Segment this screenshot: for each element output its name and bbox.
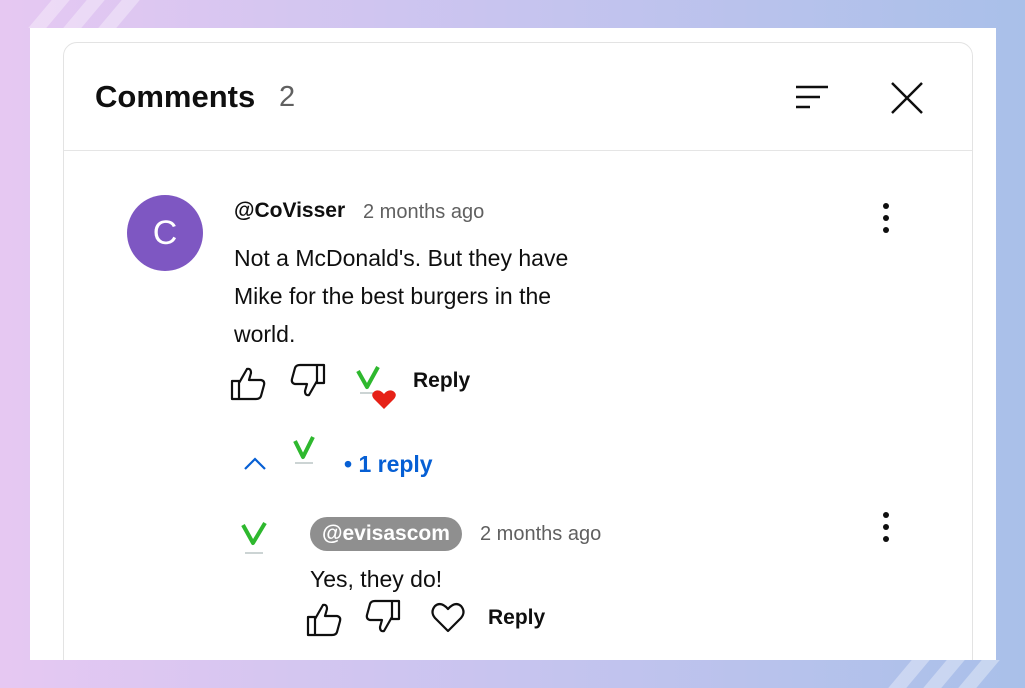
reply-like-button[interactable] — [304, 599, 344, 639]
channel-logo-icon — [293, 436, 315, 464]
chevron-up-icon — [244, 457, 266, 470]
thumbs-up-icon — [230, 367, 266, 401]
comment-author[interactable]: @CoVisser — [234, 199, 345, 223]
reply-heart-button[interactable] — [428, 597, 468, 637]
comments-header: Comments 2 — [64, 43, 972, 151]
comments-title: Comments — [95, 79, 256, 114]
comment-text: Not a McDonald's. But they have Mike for… — [234, 245, 569, 347]
reply-timestamp[interactable]: 2 months ago — [480, 523, 601, 546]
dot-icon — [883, 512, 889, 518]
decor-stripe — [958, 660, 1000, 688]
creator-heart-badge — [354, 365, 398, 409]
sort-button[interactable] — [792, 81, 832, 113]
reply-dislike-button[interactable] — [363, 597, 403, 637]
like-button[interactable] — [228, 363, 268, 403]
reply-author-badge[interactable]: @evisascom — [310, 517, 462, 551]
channel-logo-icon — [241, 521, 267, 554]
comments-panel: Comments 2 C @CoVisser 2 months ago Not … — [63, 42, 973, 660]
decor-stripe — [923, 660, 965, 688]
reply-avatar[interactable] — [239, 521, 279, 561]
dot-icon — [883, 227, 889, 233]
sort-icon — [796, 85, 828, 109]
reply-button[interactable]: Reply — [413, 369, 470, 393]
reply-reply-button[interactable]: Reply — [488, 606, 545, 630]
reply-text: Yes, they do! — [310, 566, 443, 592]
dislike-button[interactable] — [288, 361, 328, 401]
heart-icon — [431, 602, 465, 633]
thumbs-up-icon — [306, 603, 342, 637]
comment-menu-button[interactable] — [876, 200, 896, 236]
dot-icon — [883, 524, 889, 530]
replies-count-link[interactable]: • 1 reply — [344, 451, 433, 478]
decor-stripe — [888, 660, 930, 688]
thumbs-down-icon — [365, 599, 401, 633]
avatar[interactable]: C — [127, 195, 203, 271]
avatar-letter: C — [152, 213, 178, 252]
comments-count: 2 — [279, 81, 296, 113]
thumbs-down-icon — [290, 363, 326, 397]
dot-icon — [883, 536, 889, 542]
decor-stripe — [28, 0, 70, 28]
comment-timestamp[interactable]: 2 months ago — [363, 201, 484, 224]
decor-stripe — [63, 0, 105, 28]
dot-icon — [883, 215, 889, 221]
close-icon — [891, 82, 923, 114]
screenshot-frame: Comments 2 C @CoVisser 2 months ago Not … — [30, 28, 996, 660]
dot-icon — [883, 203, 889, 209]
reply-menu-button[interactable] — [876, 509, 896, 545]
decor-stripe — [98, 0, 140, 28]
close-button[interactable] — [884, 75, 930, 121]
creator-heart-icon — [356, 366, 396, 409]
